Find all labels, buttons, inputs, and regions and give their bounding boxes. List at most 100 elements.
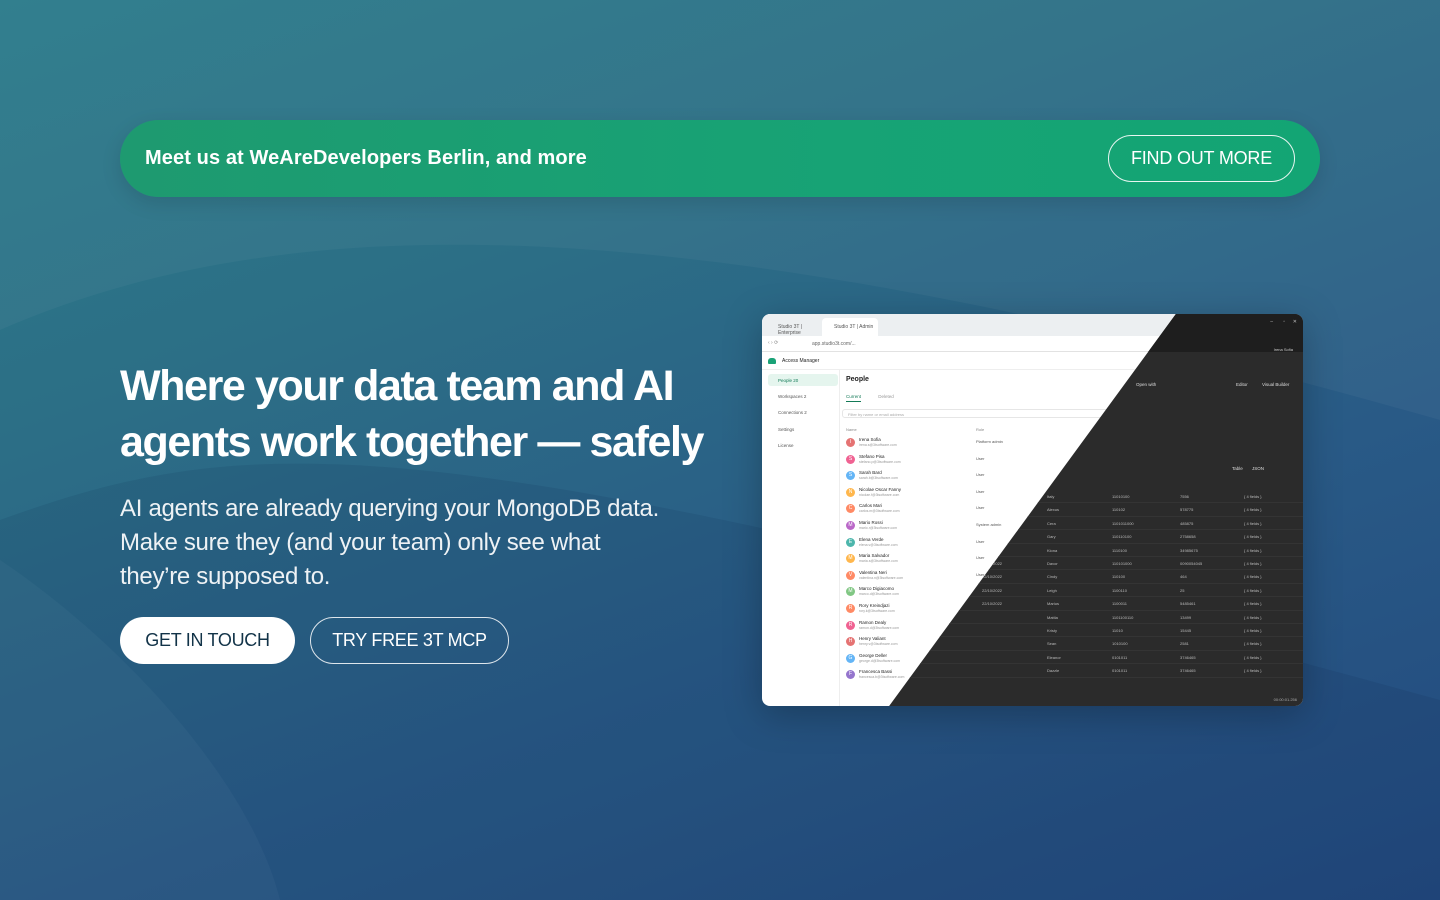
sidebar-item-people[interactable]: People 20 — [768, 374, 838, 386]
editor-button[interactable]: Editor — [1236, 382, 1248, 387]
query-time: 00:00:01.256 — [1273, 697, 1297, 702]
table-cell: { 4 fields } — [1244, 494, 1262, 499]
avatar: V — [846, 570, 855, 580]
people-subtabs: Current Deleted — [846, 394, 910, 402]
table-cell-date: 22/10/2022 — [982, 601, 1003, 607]
app-name: Access Manager — [782, 358, 820, 364]
person-email: valentina.n@3tsoftware.com — [859, 575, 904, 580]
person-name: Ramon Dealy — [859, 619, 887, 625]
avatar: F — [846, 670, 855, 680]
open-with-button[interactable]: Open with — [1136, 382, 1156, 387]
find-out-more-button[interactable]: FIND OUT MORE — [1108, 135, 1295, 182]
person-name: Maria Salvador — [859, 553, 890, 559]
person-name: Stefano Pisa — [859, 453, 885, 459]
table-cell: 1110100 — [1112, 547, 1127, 553]
person-email: carlos.m@3tsoftware.com — [859, 509, 900, 514]
hero-subtitle-line-1: AI agents are already querying your Mong… — [120, 495, 659, 522]
table-cell: { 4 fields } — [1244, 547, 1262, 553]
person-role: User — [976, 472, 985, 478]
table-cell: 1010100 — [1112, 641, 1128, 647]
maximize-icon[interactable]: ▫ — [1283, 319, 1285, 325]
table-cell: { 4 fields } — [1244, 507, 1262, 513]
person-email: maria.s@3tsoftware.com — [859, 559, 898, 564]
filter-input[interactable]: Filter by name or email address — [842, 409, 1142, 418]
table-cell: 0101011 — [1112, 654, 1128, 660]
page-title: People — [846, 376, 869, 383]
table-cell: { 4 fields } — [1244, 587, 1262, 593]
table-cell: { 4 fields } — [1244, 641, 1262, 647]
hero-title-line-1: Where your data team and AI — [120, 362, 675, 410]
table-cell: 578775 — [1180, 507, 1194, 513]
person-role: System admin — [976, 522, 1002, 527]
table-cell: 13499 — [1180, 614, 1192, 620]
avatar: H — [846, 637, 855, 647]
person-email: rory.k@3tsoftware.com — [859, 609, 895, 613]
table-cell: { 4 fields } — [1244, 601, 1262, 607]
tab-current[interactable]: Current — [846, 394, 862, 402]
table-cell: { 4 fields } — [1244, 654, 1262, 660]
sidebar-item-settings[interactable]: Settings — [768, 423, 838, 435]
visual-builder-button[interactable]: Visual Builder — [1262, 382, 1289, 387]
person-role: User — [976, 538, 985, 544]
browser-tab-2[interactable]: Studio 3T | Admin — [822, 318, 878, 336]
nav-arrows-icon[interactable]: ‹ › ⟳ — [768, 340, 778, 346]
person-role: User — [976, 571, 985, 577]
json-view-button[interactable]: JSON — [1252, 466, 1264, 471]
sidebar-item-workspaces[interactable]: Workspaces 2 — [768, 390, 838, 402]
person-email: george.d@3tsoftware.com — [859, 658, 901, 663]
person-name: Marco Digiacomo — [859, 586, 895, 592]
table-cell: 0101011 — [1112, 668, 1128, 674]
browser-tab-1[interactable]: Studio 3T | Enterprise — [766, 318, 822, 336]
table-cell: { 4 fields } — [1244, 668, 1262, 674]
table-cell: Eleanor — [1047, 654, 1061, 660]
person-email: henry.v@3tsoftware.com — [859, 642, 898, 647]
table-cell: Kristy — [1047, 628, 1057, 633]
table-cell: { 4 fields } — [1244, 574, 1262, 580]
person-role: Platform admin — [976, 439, 1003, 444]
tab-deleted[interactable]: Deleted — [878, 394, 894, 399]
person-name: Sarah Bard — [859, 470, 882, 476]
person-role: User — [976, 488, 985, 494]
table-cell: { 4 fields } — [1244, 520, 1262, 526]
person-email: mario.r@3tsoftware.com — [859, 526, 898, 530]
person-name: George Deller — [859, 652, 888, 658]
cta-row: GET IN TOUCH TRY FREE 3T MCP — [120, 617, 509, 664]
avatar: M — [846, 587, 855, 597]
sidebar-item-connections[interactable]: Connections 2 — [768, 406, 838, 418]
try-free-mcp-button[interactable]: TRY FREE 3T MCP — [310, 617, 509, 664]
table-cell: 485875 — [1180, 520, 1194, 526]
table-cell: 0090054045 — [1180, 561, 1203, 566]
table-cell: Leigh — [1047, 587, 1057, 593]
avatar: I — [846, 438, 855, 447]
person-name: Valentina Neri — [859, 569, 887, 575]
table-cell: Cera — [1047, 520, 1056, 526]
column-header-role: Role — [976, 427, 985, 432]
table-cell: 2581 — [1180, 641, 1189, 647]
minimize-icon[interactable]: – — [1270, 319, 1273, 325]
table-cell: 34985675 — [1180, 547, 1198, 553]
table-cell: 3746465 — [1180, 668, 1196, 674]
person-role: User — [976, 555, 985, 561]
table-view-button[interactable]: Table — [1232, 466, 1243, 471]
banner-text: Meet us at WeAreDevelopers Berlin, and m… — [145, 147, 587, 169]
close-icon[interactable]: ✕ — [1293, 319, 1297, 325]
sidebar-item-license[interactable]: License — [768, 439, 838, 451]
table-cell: { 4 fields } — [1244, 561, 1262, 566]
avatar: E — [846, 537, 855, 547]
table-cell: 110100 — [1112, 574, 1126, 580]
table-cell: 1100110 — [1112, 587, 1127, 593]
person-email: francesca.b@3tsoftware.com — [859, 675, 905, 680]
column-header-name: Name — [846, 427, 857, 432]
url-text: app.studio3t.com/... — [812, 341, 856, 347]
hero-title-line-2: agents work together — safely — [120, 418, 704, 466]
person-email: nicolae.f@3tsoftware.com — [859, 492, 900, 497]
user-name[interactable]: Irena Sofia — [1274, 347, 1293, 352]
get-in-touch-button[interactable]: GET IN TOUCH — [120, 617, 295, 664]
announcement-banner: Meet us at WeAreDevelopers Berlin, and m… — [120, 120, 1320, 197]
table-cell: Mattia — [1047, 614, 1058, 620]
person-name: Henry Valiant — [859, 636, 886, 642]
avatar: M — [846, 521, 855, 530]
table-cell: 11010 — [1112, 628, 1123, 633]
avatar: S — [846, 454, 855, 464]
person-name: Rory Kreindjazi — [859, 603, 890, 608]
